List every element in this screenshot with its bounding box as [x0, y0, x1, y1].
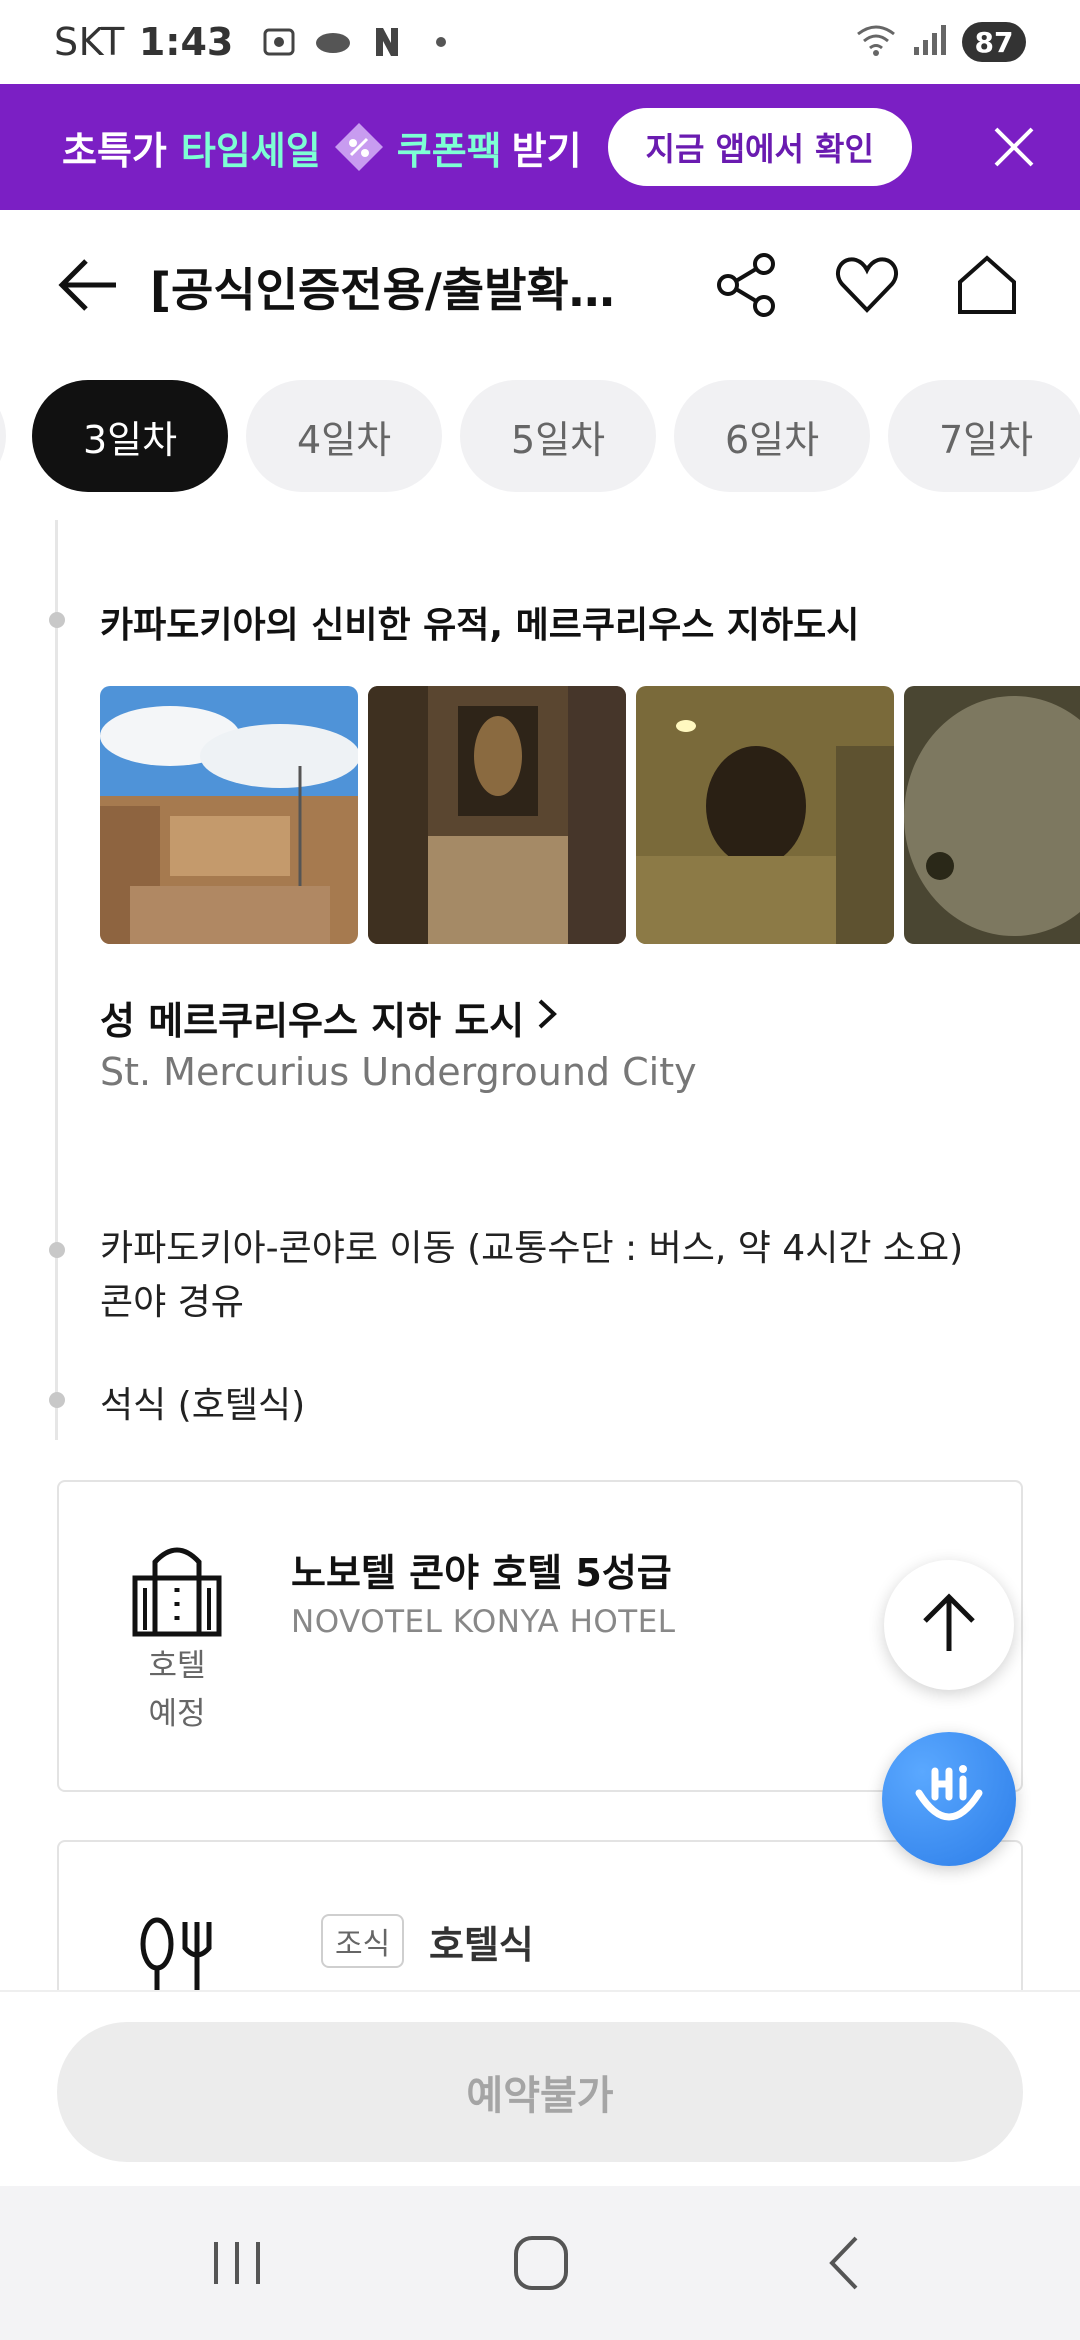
- promo-suffix: 받기: [511, 128, 582, 173]
- timeline-dot: [49, 1242, 65, 1258]
- photo-underground-1[interactable]: [368, 686, 626, 944]
- hotel-name-english: NOVOTEL KONYA HOTEL: [291, 1604, 676, 1640]
- naver-icon: [367, 22, 407, 62]
- promo-highlight-coupon: 쿠폰팩: [396, 128, 502, 173]
- book-button[interactable]: 예약불가: [57, 2022, 1023, 2162]
- open-app-button[interactable]: 지금 앱에서 확인: [607, 108, 912, 186]
- recent-apps-icon[interactable]: [202, 2228, 272, 2298]
- poi-name: 성 메르쿠리우스 지하 도시: [100, 999, 525, 1043]
- system-nav-bar: [0, 2186, 1080, 2340]
- tab-day-4[interactable]: 4일차: [246, 380, 442, 492]
- chatbot-button[interactable]: [882, 1732, 1016, 1866]
- home-nav-icon[interactable]: [506, 2228, 576, 2298]
- hotel-name: 노보텔 콘야 호텔 5성급: [291, 1551, 672, 1595]
- poi-link[interactable]: 성 메르쿠리우스 지하 도시: [100, 990, 558, 1045]
- promo-prefix: 초특가: [62, 128, 167, 173]
- screenshot-icon: [259, 22, 299, 62]
- heart-icon[interactable]: [834, 252, 900, 318]
- hotel-status: 예정: [148, 1696, 206, 1732]
- close-icon[interactable]: [984, 117, 1044, 177]
- page-header: [공식인증전용/출발확…: [0, 210, 1080, 360]
- promo-banner[interactable]: 초특가 타임세일 쿠폰팩 받기 지금 앱에서 확인: [0, 84, 1080, 210]
- hi-chat-icon: [909, 1757, 989, 1841]
- dot-icon: [421, 22, 461, 62]
- clock: 1:43: [138, 20, 234, 64]
- hotel-building-icon: [127, 1538, 227, 1638]
- transfer-line: 카파도키아-콘야로 이동 (교통수단 : 버스, 약 4시간 소요): [100, 1228, 964, 1269]
- promo-highlight-timesale: 타임세일: [180, 128, 321, 173]
- tab-day-7[interactable]: 7일차: [888, 380, 1080, 492]
- scroll-top-button[interactable]: [884, 1560, 1014, 1690]
- back-arrow-icon[interactable]: [56, 255, 122, 315]
- chevron-right-icon: [536, 996, 558, 1040]
- signal-icon: [912, 23, 948, 61]
- timeline-dot: [49, 612, 65, 628]
- bottom-action-bar: 예약불가: [0, 1990, 1080, 2186]
- transfer-info: 카파도키아-콘야로 이동 (교통수단 : 버스, 약 4시간 소요) 콘야 경유: [100, 1222, 963, 1330]
- day-tabs: 3일차 4일차 5일차 6일차 7일차: [0, 380, 1080, 496]
- arrow-up-icon: [917, 1591, 981, 1659]
- photo-gallery[interactable]: [100, 686, 1080, 946]
- coupon-tag-icon: [329, 117, 389, 177]
- meal-type-badge: 조식: [321, 1914, 405, 1968]
- cloud-icon: [313, 22, 353, 62]
- carrier-label: SKT: [54, 20, 125, 64]
- hotel-card[interactable]: 호텔 예정 노보텔 콘야 호텔 5성급 NOVOTEL KONYA HOTEL: [57, 1480, 1023, 1792]
- dinner-info: 석식 (호텔식): [100, 1385, 306, 1426]
- spot-title: 카파도키아의 신비한 유적, 메르쿠리우스 지하도시: [100, 605, 860, 646]
- wifi-icon: [854, 22, 898, 62]
- tab-day-2[interactable]: [0, 380, 6, 492]
- photo-underground-3[interactable]: [904, 686, 1080, 944]
- meal-name: 호텔식: [429, 1923, 534, 1967]
- notification-icons: [259, 22, 461, 62]
- back-nav-icon[interactable]: [810, 2228, 880, 2298]
- tab-day-3[interactable]: 3일차: [32, 380, 228, 492]
- photo-village[interactable]: [100, 686, 358, 944]
- timeline-line: [55, 520, 58, 1440]
- poi-name-english: St. Mercurius Underground City: [100, 1050, 697, 1094]
- page-title: [공식인증전용/출발확…: [150, 263, 615, 317]
- tab-day-6[interactable]: 6일차: [674, 380, 870, 492]
- status-bar: SKT 1:43 87: [0, 0, 1080, 84]
- share-icon[interactable]: [714, 252, 780, 318]
- tab-day-5[interactable]: 5일차: [460, 380, 656, 492]
- system-status: 87: [854, 22, 1026, 62]
- transfer-via: 콘야 경유: [100, 1282, 244, 1323]
- screen: SKT 1:43 87 초특가 타임세일 쿠폰팩 받기 지금 앱에서 확인 [공…: [0, 0, 1080, 2340]
- battery-indicator: 87: [962, 22, 1026, 62]
- photo-underground-2[interactable]: [636, 686, 894, 944]
- timeline-dot: [49, 1392, 65, 1408]
- home-icon[interactable]: [954, 252, 1020, 318]
- hotel-label: 호텔: [148, 1648, 206, 1684]
